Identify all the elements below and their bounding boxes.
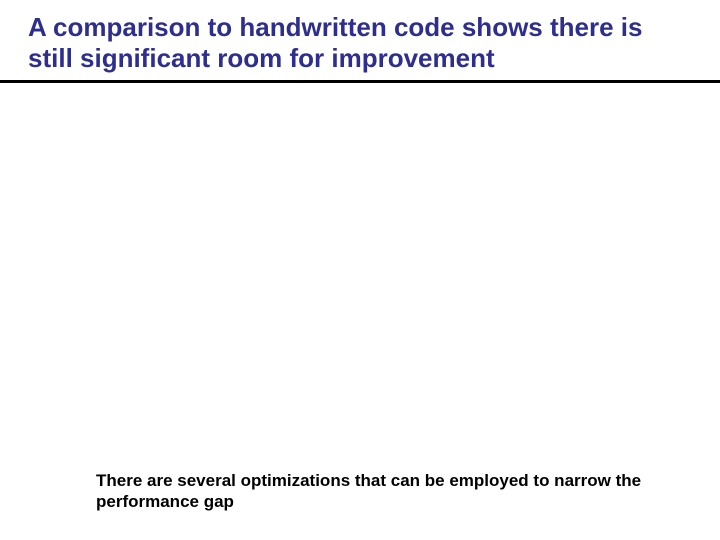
title-underline (0, 80, 720, 83)
slide: A comparison to handwritten code shows t… (0, 0, 720, 540)
slide-body-text: There are several optimizations that can… (96, 470, 656, 513)
slide-title: A comparison to handwritten code shows t… (28, 12, 688, 74)
